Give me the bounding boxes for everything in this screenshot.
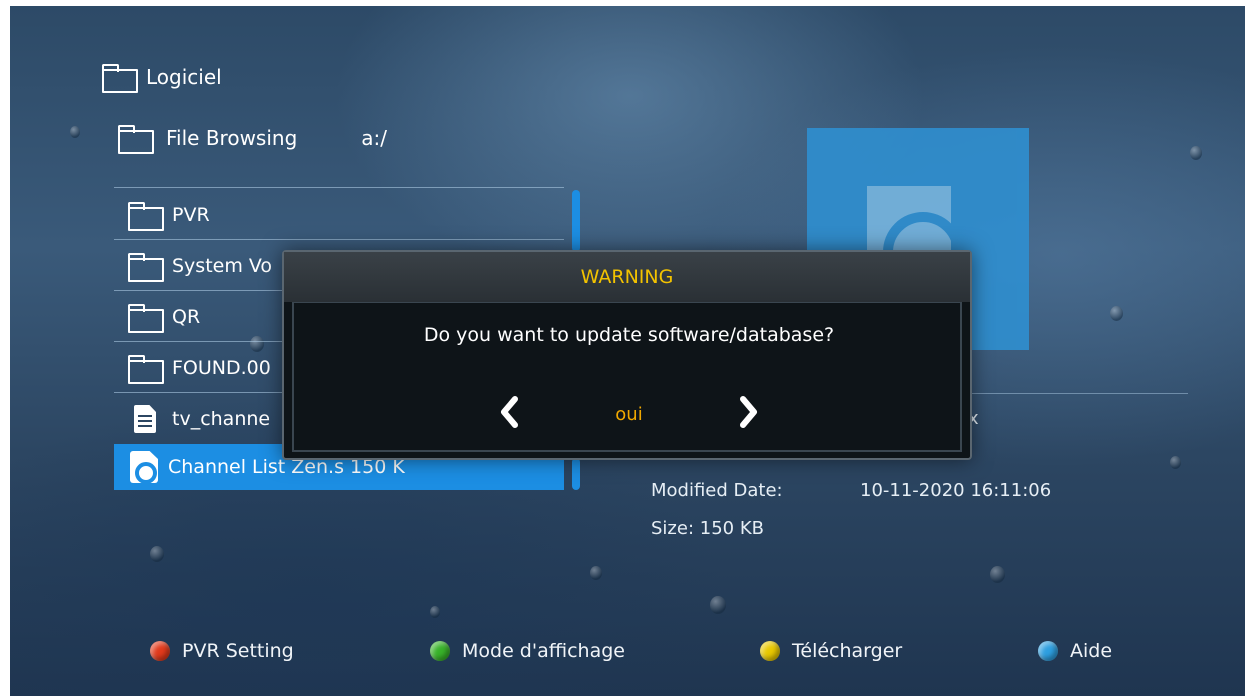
file-list-item-label: tv_channe [172,408,271,430]
footer-red-pvr-setting[interactable]: PVR Setting [150,640,294,662]
green-button-icon [430,641,450,661]
footer-blue-help[interactable]: Aide [1038,640,1112,662]
scrollbar-thumb[interactable] [572,190,580,252]
dialog-message: Do you want to update software/database? [423,324,835,346]
dialog-option-value[interactable]: oui [284,404,974,425]
rain-drop [1190,146,1202,160]
file-size: Size: 150 KB [651,518,764,539]
list-divider [114,187,564,188]
footer-label: Mode d'affichage [462,640,625,662]
dialog-header: WARNING [284,252,970,302]
yellow-button-icon [760,641,780,661]
rain-drop [590,566,602,580]
breadcrumb-browse-label: File Browsing [166,126,298,150]
chevron-right-icon[interactable] [736,392,760,432]
blue-button-icon [1038,641,1058,661]
folder-icon [102,64,138,93]
rain-drop [1110,306,1123,321]
current-path: a:/ [361,126,388,150]
rain-drop [430,606,440,618]
footer-green-display-mode[interactable]: Mode d'affichage [430,640,625,662]
file-list-item-label: System Vo [172,255,273,277]
folder-icon [128,253,164,282]
rain-drop [70,126,80,138]
breadcrumb-root: Logiciel [102,64,222,93]
file-list-item-label: FOUND.00 [172,357,271,379]
file-list-item-label: QR [172,306,201,328]
dialog-title: WARNING [580,266,674,288]
folder-icon [128,304,164,333]
modified-date-label: Modified Date: [651,480,783,501]
folder-icon [128,202,164,231]
document-icon [134,405,156,433]
rain-drop [150,546,164,562]
breadcrumb-file-browsing: File Browsing a:/ [118,125,388,154]
list-divider [114,239,564,240]
folder-icon [128,355,164,384]
breadcrumb-root-label: Logiciel [146,65,222,89]
file-list-item-label: PVR [172,204,210,226]
footer-label: Aide [1070,640,1113,662]
folder-icon [118,125,154,154]
footer-yellow-download[interactable]: Télécharger [760,640,902,662]
rain-drop [1170,456,1181,469]
warning-dialog: WARNING Do you want to update software/d… [282,250,972,460]
rain-drop [710,596,726,614]
rain-drop [990,566,1005,583]
footer-label: PVR Setting [182,640,294,662]
red-button-icon [150,641,170,661]
disc-file-icon [130,451,158,484]
modified-date-value: 10-11-2020 16:11:06 [860,480,1052,501]
scrollbar-thumb[interactable] [572,458,580,490]
file-list-item-pvr[interactable]: PVR [114,192,564,238]
footer-label: Télécharger [792,640,903,662]
tv-screen: Logiciel File Browsing a:/ PVR System Vo… [10,6,1245,696]
